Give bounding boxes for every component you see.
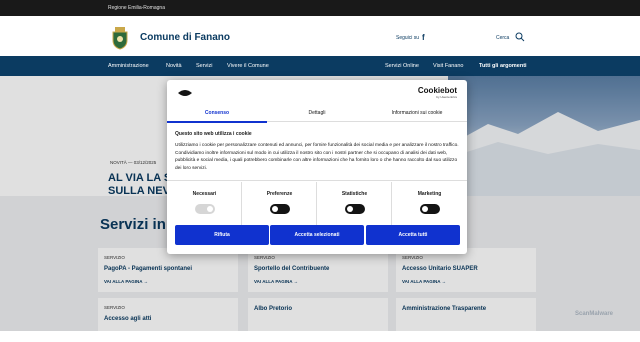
toggle-knob [207, 206, 213, 212]
toggle-switch[interactable] [345, 204, 365, 214]
tab-dettagli[interactable]: Dettagli [267, 110, 367, 116]
accept-all-button[interactable]: Accetta tutti [366, 225, 460, 245]
consent-toggles: Necessari Preferenze Statistiche Marketi… [167, 182, 467, 226]
toggle-necessari: Necessari [167, 182, 242, 226]
region-link[interactable]: Regione Emilia-Romagna [108, 5, 165, 11]
facebook-icon[interactable]: f [422, 33, 425, 42]
nav-item-amministrazione[interactable]: Amministrazione [108, 63, 149, 69]
accept-selected-button[interactable]: Accetta selezionati [270, 225, 364, 245]
reject-button[interactable]: Rifiuta [175, 225, 269, 245]
brand-name: Cookiebot [417, 86, 457, 95]
brand-sub: by Usercentrics [436, 95, 457, 99]
nav-item-visit-fanano[interactable]: Visit Fanano [433, 63, 463, 69]
toggle-knob [422, 206, 428, 212]
cookie-dialog: Cookiebot by Usercentrics Consenso Detta… [167, 80, 467, 254]
top-bar: Regione Emilia-Romagna [0, 0, 640, 16]
divider [167, 180, 467, 181]
cookiebot-brand[interactable]: Cookiebot by Usercentrics [418, 86, 457, 99]
toggle-marketing: Marketing [392, 182, 467, 226]
nav-item-vivere[interactable]: Vivere il Comune [227, 63, 269, 69]
toggle-switch [195, 204, 215, 214]
toggle-label: Preferenze [266, 191, 293, 197]
toggle-knob [272, 206, 278, 212]
search-icon[interactable] [515, 32, 525, 42]
toggle-preferenze: Preferenze [242, 182, 317, 226]
toggle-label: Marketing [417, 191, 442, 197]
crest-icon[interactable] [110, 26, 130, 50]
cookie-heading: Questo sito web utilizza i cookie [175, 131, 252, 137]
active-tab-indicator [167, 121, 267, 123]
tab-informazioni[interactable]: Informazioni sui cookie [367, 110, 467, 116]
nav-item-servizi[interactable]: Servizi [196, 63, 213, 69]
toggle-label: Statistiche [341, 191, 368, 197]
main-nav: Amministrazione Novità Servizi Vivere il… [0, 56, 640, 76]
toggle-statistiche: Statistiche [317, 182, 392, 226]
toggle-switch[interactable] [270, 204, 290, 214]
cookie-tabs: Consenso Dettagli Informazioni sui cooki… [167, 106, 467, 123]
social-label: Seguici su [396, 35, 420, 41]
nav-item-novita[interactable]: Novità [166, 63, 182, 69]
toggle-knob [347, 206, 353, 212]
site-header: Comune di Fanano Seguici su f Cerca [0, 16, 640, 56]
search-label[interactable]: Cerca [496, 35, 509, 41]
watermark: ScanMalware [575, 311, 614, 317]
cookie-logo-icon [178, 90, 192, 96]
site-title[interactable]: Comune di Fanano [140, 32, 230, 43]
nav-item-servizi-online[interactable]: Servizi Online [385, 63, 419, 69]
cookie-body: Utilizziamo i cookie per personalizzare … [175, 143, 459, 171]
tab-consenso[interactable]: Consenso [167, 110, 267, 116]
nav-item-tutti-argomenti[interactable]: Tutti gli argomenti [479, 63, 527, 69]
toggle-label: Necessari [192, 191, 217, 197]
toggle-switch[interactable] [420, 204, 440, 214]
